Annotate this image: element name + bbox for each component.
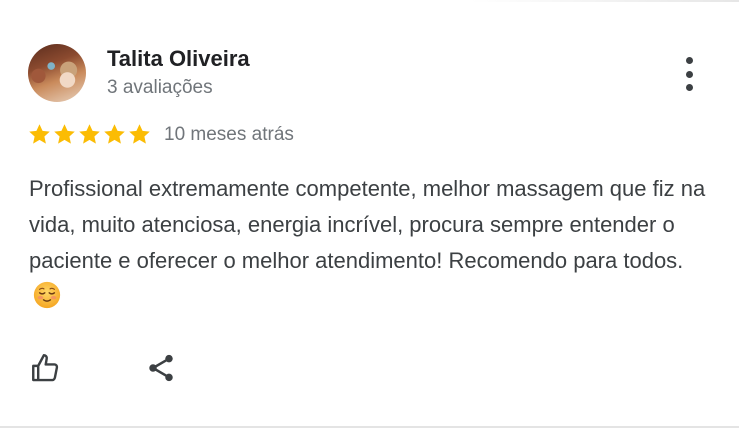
share-button[interactable] xyxy=(143,350,179,386)
top-divider xyxy=(470,0,739,2)
star-icon xyxy=(29,124,50,144)
reviewer-name[interactable]: Talita Oliveira xyxy=(107,46,250,72)
share-icon xyxy=(149,354,173,382)
star-rating xyxy=(27,122,152,147)
thumbs-up-icon xyxy=(32,354,59,382)
avatar[interactable] xyxy=(28,44,86,102)
star-icon xyxy=(54,124,75,144)
star-icon xyxy=(79,124,100,144)
review-card: Talita Oliveira 3 avaliações 10 meses at… xyxy=(0,0,739,431)
bottom-divider xyxy=(0,426,739,428)
more-options-button[interactable] xyxy=(676,57,702,91)
smiling-face-emoji-icon xyxy=(33,281,61,309)
review-text: Profissional extremamente competente, me… xyxy=(29,176,706,273)
star-icon xyxy=(104,124,125,144)
star-icon xyxy=(129,124,150,144)
review-body: Profissional extremamente competente, me… xyxy=(29,171,719,315)
reviewer-review-count: 3 avaliações xyxy=(107,77,213,98)
review-date: 10 meses atrás xyxy=(164,124,294,145)
more-vert-icon xyxy=(685,57,693,64)
like-button[interactable] xyxy=(28,350,64,386)
